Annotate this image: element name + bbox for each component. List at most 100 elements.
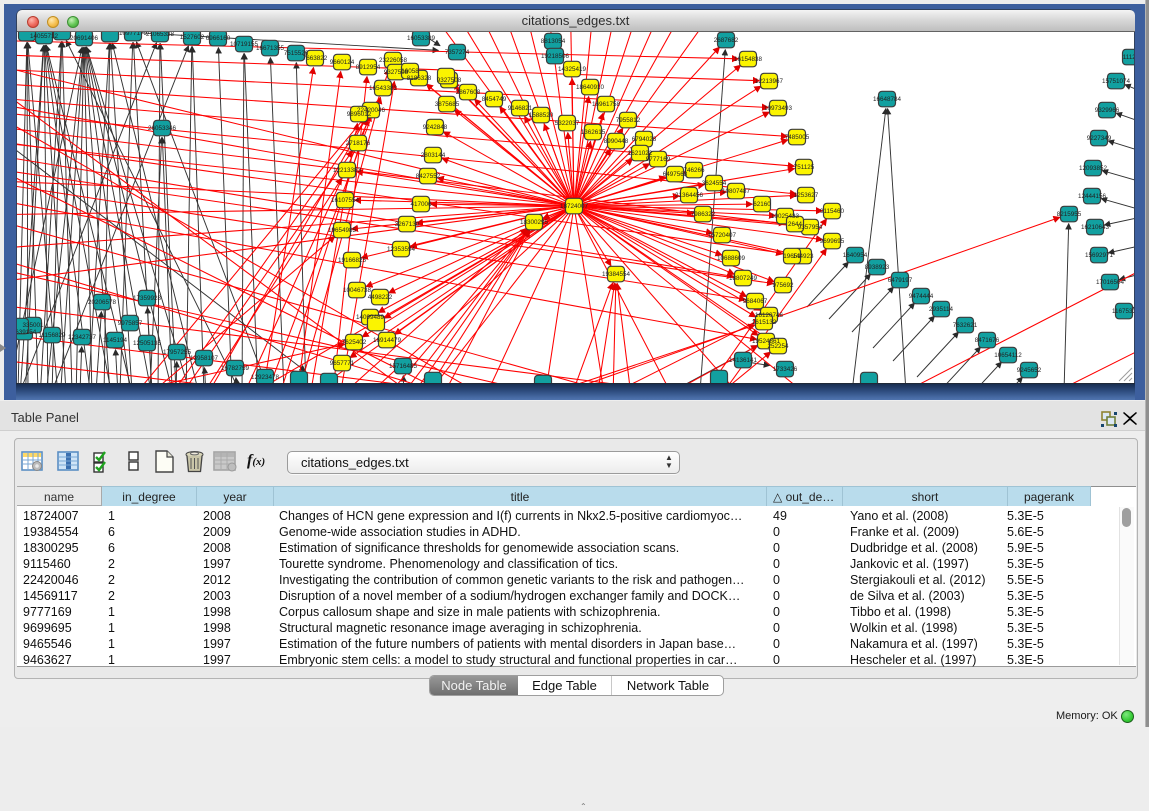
svg-text:14325419: 14325419 xyxy=(558,66,587,73)
svg-text:7632621: 7632621 xyxy=(953,322,978,329)
svg-text:10688609: 10688609 xyxy=(717,255,746,262)
svg-text:9227349: 9227349 xyxy=(1087,135,1112,142)
svg-text:23226058: 23226058 xyxy=(379,57,408,64)
svg-text:3267130: 3267130 xyxy=(395,221,420,228)
svg-text:5322037: 5322037 xyxy=(555,120,580,127)
svg-text:1640954: 1640954 xyxy=(843,252,868,259)
svg-text:1362615: 1362615 xyxy=(581,129,606,136)
svg-text:10046738: 10046738 xyxy=(343,287,372,294)
svg-text:16914479: 16914479 xyxy=(373,337,402,344)
svg-text:751125: 751125 xyxy=(794,164,815,171)
svg-text:16961758: 16961758 xyxy=(592,101,621,108)
svg-text:8186328: 8186328 xyxy=(407,75,432,82)
svg-text:16782759: 16782759 xyxy=(221,365,250,372)
svg-text:9242848: 9242848 xyxy=(423,124,448,131)
svg-text:12213383: 12213383 xyxy=(333,167,362,174)
svg-text:15716485: 15716485 xyxy=(389,363,418,370)
svg-text:10977179: 10977179 xyxy=(119,32,148,37)
svg-text:15720407: 15720407 xyxy=(708,232,737,239)
svg-text:10973493: 10973493 xyxy=(764,105,793,112)
svg-text:19651: 19651 xyxy=(783,253,801,260)
svg-text:19654985: 19654985 xyxy=(328,227,357,234)
svg-text:2935114: 2935114 xyxy=(929,306,954,313)
svg-text:9474444: 9474444 xyxy=(909,293,934,300)
svg-text:417006: 417006 xyxy=(410,201,432,208)
svg-text:7625402: 7625402 xyxy=(342,339,367,346)
svg-text:9896012: 9896012 xyxy=(347,111,372,118)
svg-text:18724007: 18724007 xyxy=(560,203,589,210)
svg-text:9329966: 9329966 xyxy=(1095,107,1120,114)
svg-text:1527602: 1527602 xyxy=(180,34,205,41)
svg-text:16648784: 16648784 xyxy=(873,96,902,103)
svg-text:18807249: 18807249 xyxy=(729,275,758,282)
svg-text:335001: 335001 xyxy=(22,322,44,329)
svg-text:6479197: 6479197 xyxy=(888,277,913,284)
svg-text:7357274: 7357274 xyxy=(445,49,470,56)
svg-text:2867608: 2867608 xyxy=(456,89,481,96)
svg-text:7485005: 7485005 xyxy=(785,134,810,141)
svg-text:1167533: 1167533 xyxy=(1112,308,1134,315)
svg-text:1733426: 1733426 xyxy=(773,366,798,373)
svg-text:16107554: 16107554 xyxy=(331,197,360,204)
svg-text:9777169: 9777169 xyxy=(646,156,671,163)
svg-text:13958107: 13958107 xyxy=(190,355,219,362)
svg-text:10654112: 10654112 xyxy=(994,352,1022,359)
svg-text:12923478: 12923478 xyxy=(251,374,280,381)
svg-text:1145194: 1145194 xyxy=(103,337,128,344)
svg-text:16058: 16058 xyxy=(401,68,419,75)
svg-text:975692: 975692 xyxy=(772,282,794,289)
svg-text:11122: 11122 xyxy=(1123,54,1134,61)
svg-text:20691406: 20691406 xyxy=(70,35,99,42)
svg-text:12353594: 12353594 xyxy=(387,246,416,253)
svg-text:12093852: 12093852 xyxy=(1079,165,1108,172)
svg-text:1588520: 1588520 xyxy=(529,112,554,119)
svg-text:17016504: 17016504 xyxy=(1096,279,1125,286)
svg-text:252254: 252254 xyxy=(767,343,789,350)
svg-text:2718176: 2718176 xyxy=(346,140,371,147)
svg-text:6794028: 6794028 xyxy=(632,136,657,143)
svg-text:12505135: 12505135 xyxy=(133,340,162,347)
svg-text:10025433: 10025433 xyxy=(771,213,800,220)
svg-text:10807487: 10807487 xyxy=(722,188,751,195)
svg-text:9684067: 9684067 xyxy=(743,298,768,305)
svg-text:7986322: 7986322 xyxy=(691,211,716,218)
svg-text:26053346: 26053346 xyxy=(148,125,177,132)
svg-text:10719155: 10719155 xyxy=(230,41,259,48)
svg-text:12213967: 12213967 xyxy=(755,78,784,85)
svg-text:2644: 2644 xyxy=(788,221,803,228)
svg-text:18300295: 18300295 xyxy=(520,219,549,226)
svg-text:7955812: 7955812 xyxy=(616,117,641,124)
svg-text:4498222: 4498222 xyxy=(368,294,393,301)
svg-text:15751074: 15751074 xyxy=(1102,78,1131,85)
svg-text:9699695: 9699695 xyxy=(820,238,845,245)
svg-text:9245652: 9245652 xyxy=(1017,367,1042,374)
svg-text:8813054: 8813054 xyxy=(541,38,566,45)
svg-text:3875685: 3875685 xyxy=(435,101,460,108)
svg-text:17359928: 17359928 xyxy=(133,295,162,302)
svg-text:9115460: 9115460 xyxy=(820,208,845,215)
svg-text:14055712: 14055712 xyxy=(30,33,59,40)
svg-text:6966160: 6966160 xyxy=(206,35,231,42)
svg-text:18640910: 18640910 xyxy=(576,84,605,91)
svg-text:9660124: 9660124 xyxy=(330,59,355,66)
svg-text:8938923: 8938923 xyxy=(865,264,890,271)
svg-text:1253627: 1253627 xyxy=(794,192,819,199)
svg-text:19218506: 19218506 xyxy=(541,53,570,60)
svg-text:9327508: 9327508 xyxy=(437,77,462,84)
svg-text:8215955: 8215955 xyxy=(1057,211,1082,218)
svg-text:7663822: 7663822 xyxy=(303,55,328,62)
svg-text:8471676: 8471676 xyxy=(975,337,1000,344)
svg-text:9146821: 9146821 xyxy=(508,105,533,112)
svg-text:16543382: 16543382 xyxy=(369,85,398,92)
svg-text:9975857: 9975857 xyxy=(118,320,143,327)
svg-text:14099489: 14099489 xyxy=(356,314,385,321)
svg-text:8912954: 8912954 xyxy=(356,64,381,71)
svg-text:19166825: 19166825 xyxy=(338,257,367,264)
svg-text:12444156: 12444156 xyxy=(1078,193,1107,200)
svg-text:8990448: 8990448 xyxy=(604,138,629,145)
svg-text:16671355: 16671355 xyxy=(256,45,285,52)
svg-text:3624554: 3624554 xyxy=(702,180,727,187)
svg-text:17957255: 17957255 xyxy=(163,349,192,356)
svg-text:2803144: 2803144 xyxy=(421,152,446,159)
svg-text:16154838: 16154838 xyxy=(734,56,763,63)
